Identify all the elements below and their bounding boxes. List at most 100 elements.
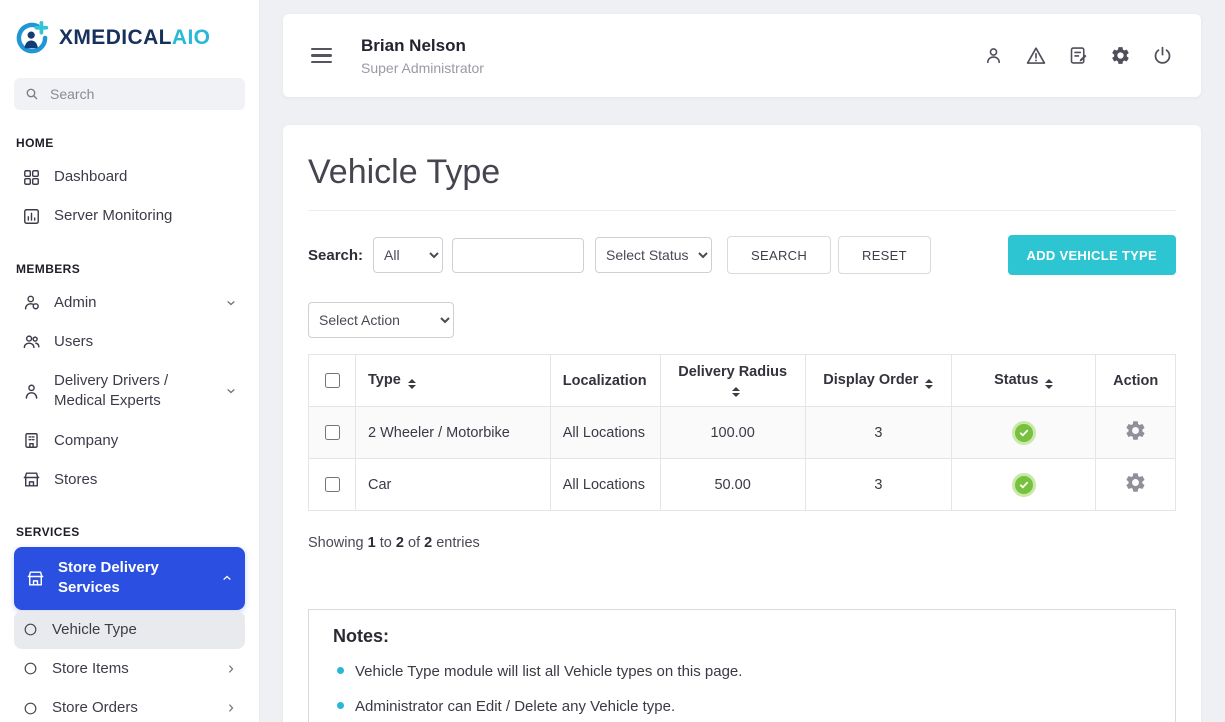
chevron-down-icon <box>225 297 237 309</box>
sidebar-item-admin[interactable]: Admin <box>14 284 245 322</box>
sort-icon <box>407 379 416 389</box>
search-icon <box>24 86 40 102</box>
main-area: Brian Nelson Super Administrator Vehicle… <box>260 0 1225 722</box>
cell-localization: All Locations <box>549 406 661 459</box>
status-select[interactable]: Select Status <box>595 237 713 273</box>
brand-logo-icon <box>14 20 50 56</box>
sidebar-item-label: Store Orders <box>52 699 138 716</box>
reset-button[interactable]: RESET <box>838 236 931 274</box>
row-action-gear-icon[interactable] <box>1124 471 1147 494</box>
notes-title: Notes: <box>333 626 390 646</box>
row-checkbox[interactable] <box>325 424 340 440</box>
cell-localization: All Locations <box>549 458 661 511</box>
chevron-down-icon <box>225 385 237 397</box>
sidebar-item-delivery-drivers[interactable]: Delivery Drivers / Medical Experts <box>14 362 245 421</box>
user-role: Super Administrator <box>361 59 484 76</box>
sidebar-item-store-items[interactable]: Store Items <box>14 650 245 688</box>
store-delivery-icon <box>26 569 45 588</box>
warning-icon[interactable] <box>1023 43 1049 69</box>
sidebar-item-label: Users <box>54 332 94 350</box>
section-members: MEMBERS <box>16 261 81 276</box>
store-icon <box>22 470 41 489</box>
section-services: SERVICES <box>16 525 80 539</box>
sidebar-item-label: Store Items <box>52 659 129 677</box>
sidebar-item-company[interactable]: Company <box>14 422 245 460</box>
note-item: Vehicle Type module will list all Vehicl… <box>333 661 1151 682</box>
brand-name: XMEDICALAIO <box>59 26 211 49</box>
col-delivery-radius[interactable]: Delivery Radius <box>659 354 806 407</box>
sidebar-item-users[interactable]: Users <box>14 323 245 361</box>
sidebar-item-store-delivery-services[interactable]: Store Delivery Services <box>14 547 245 610</box>
content-card: Vehicle Type Search: All Select Status S… <box>283 125 1201 722</box>
delivery-driver-icon <box>22 382 41 401</box>
sidebar-item-label: Store Delivery Services <box>58 559 159 597</box>
col-localization: Localization <box>549 354 661 407</box>
chevron-up-icon <box>221 572 233 584</box>
chevron-right-icon <box>225 663 237 675</box>
row-checkbox[interactable] <box>325 476 340 492</box>
bulk-action-row: Select Action <box>308 302 1176 338</box>
table-header-row: Type Localization Delivery Radius Displa… <box>308 354 1176 407</box>
menu-toggle-icon[interactable] <box>309 44 334 67</box>
sidebar-item-server-monitoring[interactable]: Server Monitoring <box>14 197 245 235</box>
topbar: Brian Nelson Super Administrator <box>283 14 1201 97</box>
power-icon[interactable] <box>1150 43 1175 68</box>
chevron-right-icon <box>225 702 237 714</box>
add-vehicle-type-button[interactable]: ADD VEHICLE TYPE <box>1007 235 1176 275</box>
sidebar-item-label: Dashboard <box>54 168 128 185</box>
table-row: 2 Wheeler / Motorbike All Locations 100.… <box>308 406 1176 459</box>
cell-delivery-radius: 100.00 <box>659 406 806 459</box>
user-icon[interactable] <box>981 43 1006 68</box>
cell-display-order: 3 <box>804 458 953 511</box>
cell-display-order: 3 <box>804 406 953 459</box>
divider <box>308 210 1176 211</box>
user-block: Brian Nelson Super Administrator <box>361 36 484 76</box>
col-type[interactable]: Type <box>355 354 551 407</box>
search-label: Search: <box>308 246 364 264</box>
section-home: HOME <box>16 136 54 150</box>
filter-row: Search: All Select Status SEARCH RESET A… <box>308 235 1176 275</box>
select-all-checkbox[interactable] <box>325 372 340 388</box>
sidebar-item-stores[interactable]: Stores <box>14 461 245 499</box>
sidebar-item-dashboard[interactable]: Dashboard <box>14 158 245 196</box>
col-action: Action <box>1095 354 1176 407</box>
sidebar-item-store-orders[interactable]: Store Orders <box>14 689 245 722</box>
cell-type: 2 Wheeler / Motorbike <box>355 406 551 459</box>
sidebar-search <box>14 78 245 110</box>
monitoring-icon <box>22 207 41 226</box>
select-action-dropdown[interactable]: Select Action <box>308 302 454 338</box>
table-row: Car All Locations 50.00 3 <box>308 458 1176 511</box>
topbar-icons <box>981 43 1175 69</box>
brand-logo[interactable]: XMEDICALAIO <box>14 20 245 56</box>
search-keyword-input[interactable] <box>452 237 585 273</box>
vehicle-type-table: Type Localization Delivery Radius Displa… <box>308 354 1176 511</box>
sidebar-item-vehicle-type[interactable]: Vehicle Type <box>14 610 245 649</box>
status-active-icon[interactable] <box>1011 420 1036 445</box>
company-icon <box>22 431 41 450</box>
sidebar-item-label: Stores <box>54 470 98 488</box>
dashboard-icon <box>22 168 41 187</box>
note-item: Administrator can Edit / Delete any Vehi… <box>333 696 1151 717</box>
circle-icon <box>22 621 39 638</box>
notes-box: Notes: Vehicle Type module will list all… <box>308 609 1176 722</box>
search-category-select[interactable]: All <box>373 237 444 273</box>
settings-icon[interactable] <box>1108 43 1133 68</box>
col-display-order[interactable]: Display Order <box>804 354 953 407</box>
search-button[interactable]: SEARCH <box>727 236 832 274</box>
cell-delivery-radius: 50.00 <box>659 458 806 511</box>
form-edit-icon[interactable] <box>1066 43 1091 68</box>
status-active-icon[interactable] <box>1011 472 1036 497</box>
notes-list: Vehicle Type module will list all Vehicl… <box>333 661 1151 717</box>
row-action-gear-icon[interactable] <box>1124 419 1147 442</box>
sidebar: XMEDICALAIO HOME Dashboard <box>0 0 260 722</box>
col-status[interactable]: Status <box>951 354 1097 407</box>
sort-icon <box>732 387 741 397</box>
sidebar-search-input[interactable] <box>48 85 235 103</box>
sidebar-item-label: Company <box>54 431 119 449</box>
app-root: XMEDICALAIO HOME Dashboard <box>0 0 1225 722</box>
users-icon <box>22 332 41 351</box>
sidebar-item-label: Admin <box>54 293 97 311</box>
cell-type: Car <box>355 458 551 511</box>
page-title: Vehicle Type <box>308 153 501 191</box>
circle-icon <box>22 700 39 717</box>
